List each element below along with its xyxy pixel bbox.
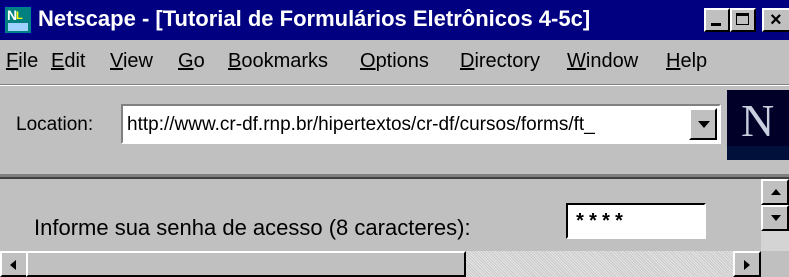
window-title: Netscape - [Tutorial de Formulários Elet… (38, 6, 591, 31)
scroll-left-button[interactable] (0, 251, 28, 277)
location-label: Location: (16, 114, 94, 135)
menu-help[interactable]: Help (666, 50, 707, 73)
chevron-down-icon (698, 121, 710, 128)
password-prompt: Informe sua senha de acesso (8 caractere… (34, 215, 471, 240)
scroll-up-button[interactable] (761, 179, 789, 205)
menu-view[interactable]: View (110, 50, 153, 73)
menu-go[interactable]: Go (178, 50, 205, 73)
netscape-app-icon[interactable]: NL (4, 6, 32, 34)
horizontal-scroll-thumb[interactable] (26, 251, 466, 277)
title-bar[interactable]: NL Netscape - [Tutorial de Formulários E… (0, 0, 789, 40)
netscape-throbber-logo[interactable]: N (727, 90, 789, 160)
maximize-icon (736, 13, 749, 25)
menu-bookmarks[interactable]: Bookmarks (228, 50, 328, 73)
scroll-right-button[interactable] (733, 251, 761, 277)
location-history-dropdown[interactable] (689, 108, 717, 140)
location-url[interactable]: http://www.cr-df.rnp.br/hipertextos/cr-d… (127, 114, 595, 136)
arrow-left-icon (10, 260, 16, 270)
password-value[interactable]: **** (574, 212, 626, 235)
scrollbar-corner (761, 251, 789, 277)
vertical-scrollbar[interactable] (761, 179, 789, 261)
page-content: Informe sua senha de acesso (8 caractere… (4, 179, 761, 261)
arrow-down-icon (771, 215, 781, 221)
minimize-icon (711, 23, 721, 26)
scroll-down-button[interactable] (761, 205, 789, 231)
browser-window: NL Netscape - [Tutorial de Formulários E… (0, 0, 789, 277)
arrow-right-icon (744, 260, 750, 270)
menu-options[interactable]: Options (360, 50, 429, 73)
menu-file[interactable]: File (6, 50, 38, 73)
menu-directory[interactable]: Directory (460, 50, 540, 73)
netscape-n-icon: N (741, 95, 775, 146)
menu-window[interactable]: Window (567, 50, 638, 73)
menu-bar: File Edit View Go Bookmarks Options Dire… (0, 42, 789, 82)
throbber-starfield (727, 146, 789, 160)
minimize-button[interactable] (704, 8, 730, 32)
location-toolbar: Location: http://www.cr-df.rnp.br/hipert… (0, 86, 789, 164)
menu-edit[interactable]: Edit (51, 50, 85, 73)
close-button[interactable]: × (762, 8, 789, 32)
location-input[interactable]: http://www.cr-df.rnp.br/hipertextos/cr-d… (121, 104, 721, 144)
password-field[interactable]: **** (566, 203, 706, 239)
close-icon: × (770, 9, 782, 31)
horizontal-scrollbar[interactable] (0, 251, 761, 277)
arrow-up-icon (771, 189, 781, 195)
maximize-button[interactable] (730, 8, 756, 32)
